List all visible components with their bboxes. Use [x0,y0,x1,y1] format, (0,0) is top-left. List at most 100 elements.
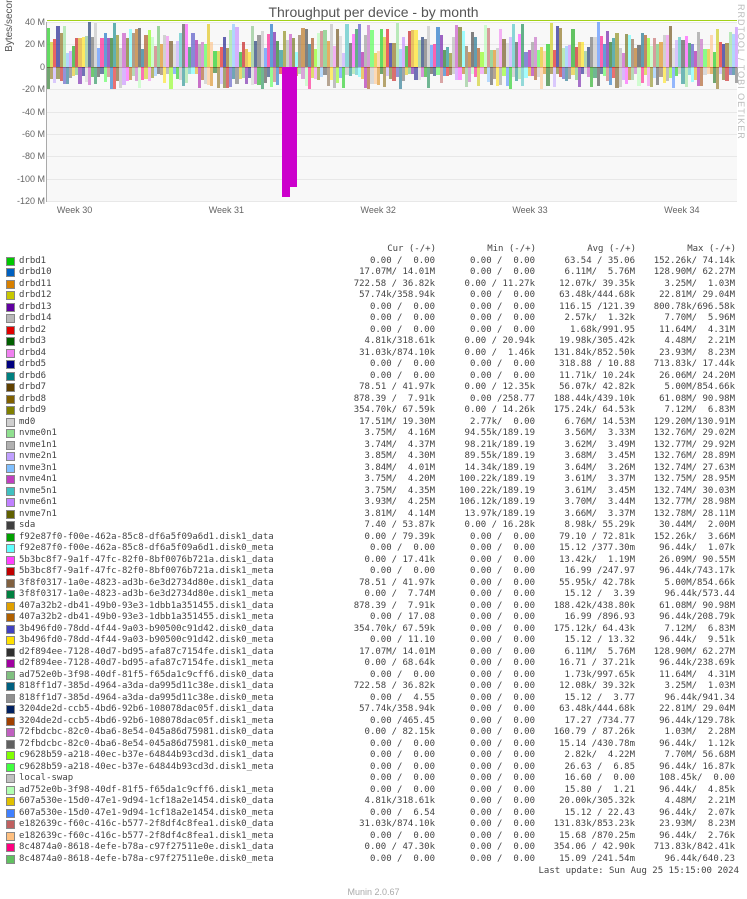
legend-row: e182639c-f60c-416c-b577-2f8df4c8fea1.dis… [6,831,741,843]
legend-avg: 3.68M/ 3.45M [535,451,635,463]
legend-name: 3204de2d-ccb5-4bd6-92b6-108078dac05f.dis… [19,716,335,728]
legend-swatch [6,533,15,542]
legend-min: 0.00 / 1.46k [435,348,535,360]
legend-min: 0.00 / 0.00 [435,578,535,590]
legend-row: d2f894ee-7128-40d7-bd95-afa87c7154fe.dis… [6,658,741,670]
legend-min: 0.00 / 0.00 [435,762,535,774]
legend-cur: 0.00 / 0.00 [335,302,435,314]
legend-avg: 3.62M/ 3.49M [535,440,635,452]
legend-max: 11.64M/ 4.31M [635,325,735,337]
legend-name: 3f8f0317-1a0e-4823-ad3b-6e3d2734d80e.dis… [19,589,335,601]
legend-row: 407a32b2-db41-49b0-93e3-1dbb1a351455.dis… [6,601,741,613]
legend-row: 607a530e-15d0-47e1-9d94-1cf18a2e1454.dis… [6,808,741,820]
legend-name: local-swap [19,773,335,785]
legend-row: drbd1017.07M/ 14.01M0.00 / 0.006.11M/ 5.… [6,267,741,279]
legend-avg: 11.71k/ 10.24k [535,371,635,383]
legend-row: 3f8f0317-1a0e-4823-ad3b-6e3d2734d80e.dis… [6,589,741,601]
legend-name: nvme0n1 [19,428,335,440]
legend-avg: 15.12 / 22.43 [535,808,635,820]
legend-max: 11.64M/ 4.31M [635,670,735,682]
legend-name: e182639c-f60c-416c-b577-2f8df4c8fea1.dis… [19,831,335,843]
legend-row: nvme1n13.74M/ 4.37M98.21k/189.193.62M/ 3… [6,440,741,452]
legend-min: 0.00 / 0.00 [435,532,535,544]
legend-min: 89.55k/189.19 [435,451,535,463]
legend-swatch [6,544,15,553]
legend-name: drbd14 [19,313,335,325]
legend-row: 72fbdcbc-82c0-4ba6-8e54-045a86d75981.dis… [6,739,741,751]
legend-avg: 1.73k/997.65k [535,670,635,682]
legend-row: c9628b59-a218-40ec-b37e-64844b93cd3d.dis… [6,750,741,762]
legend-avg: 15.12 /377.30m [535,543,635,555]
legend-max: 3.25M/ 1.03M [635,681,735,693]
legend-max: 108.45k/ 0.00 [635,773,735,785]
legend-cur: 4.81k/318.61k [335,796,435,808]
legend-swatch [6,418,15,427]
legend-swatch [6,855,15,864]
legend-min: 0.00 / 0.00 [435,739,535,751]
legend-avg: 3.61M/ 3.45M [535,486,635,498]
legend-min: 2.77k/ 0.00 [435,417,535,429]
legend-cur: 0.00 / 11.10 [335,635,435,647]
legend-name: drbd6 [19,371,335,383]
legend-max: 96.44k/238.69k [635,658,735,670]
legend-swatch [6,648,15,657]
legend-swatch [6,832,15,841]
legend-min: 0.00 / 0.00 [435,325,535,337]
legend-min: 0.00 / 0.00 [435,716,535,728]
legend-cur: 0.00 / 0.00 [335,670,435,682]
x-tick: Week 31 [209,205,244,215]
legend-min: 0.00 / 0.00 [435,854,535,866]
legend-cur: 17.07M/ 14.01M [335,647,435,659]
legend-cur: 31.03k/874.10k [335,819,435,831]
legend-cur: 0.00 / 68.64k [335,658,435,670]
legend-header: Cur (-/+) Min (-/+) Avg (-/+) Max (-/+) [6,244,741,256]
legend-swatch [6,498,15,507]
legend-avg: 3.70M/ 3.44M [535,497,635,509]
chart-area: Bytes/second read (-) / write (+) 40 M20… [46,22,737,222]
legend-cur: 17.07M/ 14.01M [335,267,435,279]
legend-max: 96.44k/ 1.12k [635,739,735,751]
legend-row: drbd431.03k/874.10k0.00 / 1.46k131.84k/8… [6,348,741,360]
legend-max: 132.74M/ 30.03M [635,486,735,498]
legend-max: 132.77M/ 29.92M [635,440,735,452]
legend-avg: 63.48k/444.68k [535,704,635,716]
legend-avg: 116.15 /121.39 [535,302,635,314]
legend-cur: 57.74k/358.94k [335,704,435,716]
legend-name: drbd8 [19,394,335,406]
y-tick: -20 M [11,84,45,94]
legend-min: 0.00 / 0.00 [435,555,535,567]
legend-row: drbd20.00 / 0.000.00 / 0.001.68k/991.951… [6,325,741,337]
legend-max: 7.12M/ 6.83M [635,405,735,417]
legend-max: 96.44k/941.34 [635,693,735,705]
legend-cur: 3.75M/ 4.20M [335,474,435,486]
legend-swatch [6,280,15,289]
legend-avg: 6.76M/ 14.53M [535,417,635,429]
legend-avg: 8.98k/ 55.29k [535,520,635,532]
legend-name: nvme4n1 [19,474,335,486]
legend-name: 72fbdcbc-82c0-4ba6-8e54-045a86d75981.dis… [19,739,335,751]
legend-max: 96.44k/208.79k [635,612,735,624]
legend-row: drbd140.00 / 0.000.00 / 0.002.57k/ 1.32k… [6,313,741,325]
col-max: Max (-/+) [636,244,736,256]
legend-name: 407a32b2-db41-49b0-93e3-1dbb1a351455.dis… [19,601,335,613]
legend-avg: 16.99 /247.97 [535,566,635,578]
legend-max: 1.03M/ 2.28M [635,727,735,739]
legend-swatch [6,682,15,691]
legend-max: 129.20M/130.91M [635,417,735,429]
legend-swatch [6,406,15,415]
legend-row: 3f8f0317-1a0e-4823-ad3b-6e3d2734d80e.dis… [6,578,741,590]
legend-min: 100.22k/189.19 [435,474,535,486]
legend-name: c9628b59-a218-40ec-b37e-64844b93cd3d.dis… [19,762,335,774]
legend-swatch [6,774,15,783]
legend-min: 0.00 / 0.00 [435,256,535,268]
legend-max: 4.48M/ 2.21M [635,336,735,348]
legend-name: 8c4874a0-8618-4efe-b78a-c97f27511e0e.dis… [19,854,335,866]
legend-name: sda [19,520,335,532]
legend-cur: 0.00 / 6.54 [335,808,435,820]
legend-name: 607a530e-15d0-47e1-9d94-1cf18a2e1454.dis… [19,796,335,808]
legend-swatch [6,429,15,438]
legend-avg: 20.00k/305.32k [535,796,635,808]
legend-min: 0.00 / 0.00 [435,750,535,762]
legend-swatch [6,809,15,818]
legend-min: 0.00 / 0.00 [435,819,535,831]
